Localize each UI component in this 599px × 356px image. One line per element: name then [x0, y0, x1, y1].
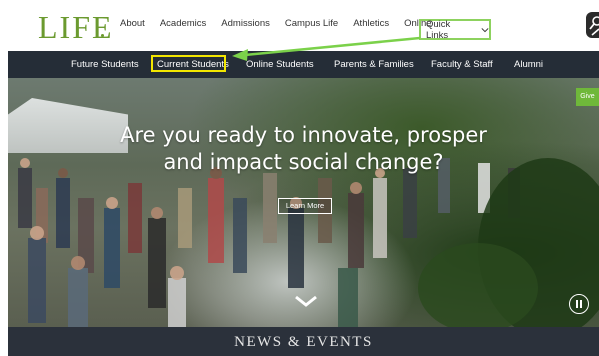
subnav-faculty-staff[interactable]: Faculty & Staff	[431, 59, 493, 70]
pause-icon-bar-left	[576, 300, 578, 308]
search-icon	[589, 16, 599, 36]
quick-links-button[interactable]: Quick Links	[419, 18, 491, 41]
quick-links-label: Quick Links	[426, 18, 451, 41]
subnav-future-students[interactable]: Future Students	[71, 59, 139, 70]
subnav-parents-families[interactable]: Parents & Families	[334, 59, 414, 70]
site-header: LIFE About Academics Admissions Campus L…	[8, 0, 599, 50]
current-students-highlight	[151, 55, 226, 72]
subnav-alumni[interactable]: Alumni	[514, 59, 543, 70]
subnav-online-students[interactable]: Online Students	[246, 59, 314, 70]
top-nav: About Academics Admissions Campus Life A…	[120, 18, 447, 29]
chevron-down-icon[interactable]	[294, 294, 318, 308]
give-button[interactable]: Give	[576, 88, 599, 106]
audience-nav: Future Students Current Students Online …	[8, 51, 599, 78]
site-logo[interactable]: LIFE	[38, 9, 114, 46]
news-events-section: NEWS & EVENTS	[8, 327, 599, 356]
top-nav-about[interactable]: About	[120, 18, 145, 29]
search-button[interactable]	[586, 12, 599, 38]
top-nav-campus-life[interactable]: Campus Life	[285, 18, 338, 29]
hero-banner: Are you ready to innovate, prosper and i…	[8, 78, 599, 327]
top-nav-academics[interactable]: Academics	[160, 18, 206, 29]
top-nav-athletics[interactable]: Athletics	[353, 18, 389, 29]
hero-headline-line-1: Are you ready to innovate, prosper	[120, 123, 487, 147]
page: LIFE About Academics Admissions Campus L…	[8, 0, 599, 356]
pause-button[interactable]	[569, 294, 589, 314]
chevron-down-icon	[481, 27, 489, 32]
hero-headline-line-2: and impact social change?	[163, 150, 444, 174]
pause-icon-bar-right	[580, 300, 582, 308]
logo-dot	[101, 34, 104, 37]
top-nav-admissions[interactable]: Admissions	[221, 18, 270, 29]
learn-more-button[interactable]: Learn More	[278, 198, 332, 214]
hero-headline: Are you ready to innovate, prosper and i…	[8, 122, 599, 176]
news-events-title: NEWS & EVENTS	[234, 334, 373, 350]
